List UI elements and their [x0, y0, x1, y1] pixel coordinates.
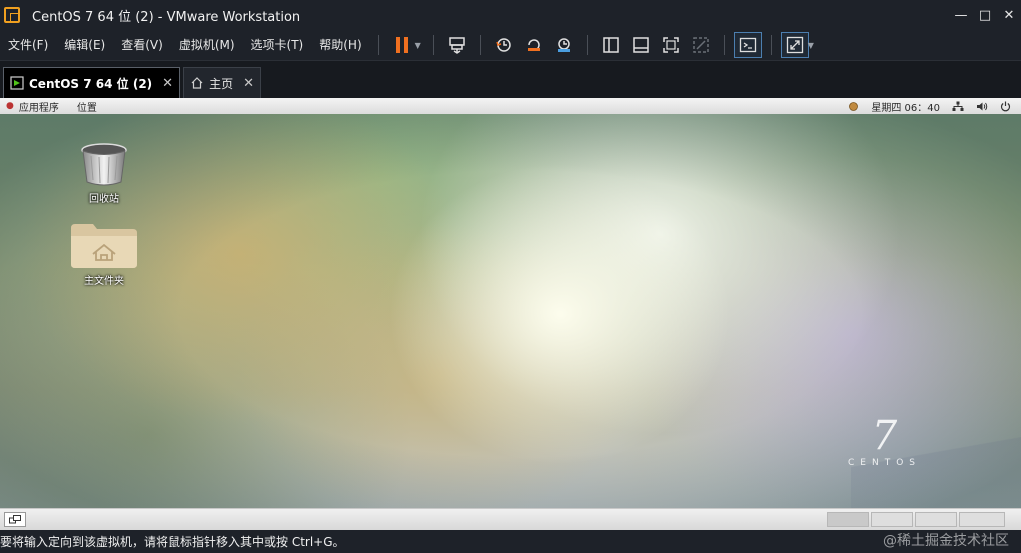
vmware-logo-icon [4, 7, 20, 23]
vm-icon [10, 76, 24, 90]
toolbar-divider [586, 35, 588, 55]
send-ctrl-alt-del-icon [449, 37, 465, 54]
window-title: CentOS 7 64 位 (2) - VMware Workstation [32, 9, 301, 25]
show-desktop-button[interactable] [4, 512, 26, 527]
centos-wallpaper-logo: 7 CENTOS [848, 416, 921, 468]
toolbar-divider [723, 35, 725, 55]
revert-snapshot-icon [527, 39, 540, 51]
unity-button[interactable] [687, 32, 715, 58]
minimize-button[interactable]: — [949, 0, 973, 30]
guest-clock[interactable]: 星期四 06：40 [871, 99, 940, 114]
workspace-switcher-item[interactable] [871, 512, 913, 527]
guest-top-panel: ● 应用程序 位置 星期四 06：40 [0, 98, 1021, 114]
maximize-button[interactable]: □ [973, 0, 997, 30]
menu-edit[interactable]: 编辑(E) [56, 30, 113, 60]
places-menu[interactable]: 位置 [77, 99, 97, 114]
applications-label: 应用程序 [18, 102, 59, 114]
centos-version-mark: 7 [871, 413, 898, 459]
guest-status-area: 星期四 06：40 [848, 98, 1011, 114]
desktop-icon-trash[interactable]: 回收站 [64, 142, 144, 205]
folder-home-icon [71, 224, 137, 268]
tab-centos-vm[interactable]: CentOS 7 64 位 (2) ✕ [3, 67, 181, 98]
console-view-icon [739, 37, 756, 53]
chevron-down-icon[interactable]: ▼ [808, 41, 814, 50]
menu-view[interactable]: 查看(V) [113, 30, 171, 60]
window-controls: — □ ✕ [949, 0, 1021, 30]
close-icon[interactable]: ✕ [243, 76, 254, 91]
pause-button[interactable] [388, 32, 416, 58]
vm-display[interactable]: ● 应用程序 位置 星期四 06：40 回收站 主文件夹 7 CENTOS [0, 98, 1021, 508]
status-message: 要将输入定向到该虚拟机，请将鼠标指针移入其中或按 Ctrl+G。 [0, 535, 345, 549]
desktop-icon-label: 主文件夹 [84, 276, 124, 287]
show-library-icon [603, 37, 619, 53]
home-icon [191, 77, 203, 89]
watermark-text: @稀土掘金技术社区 [883, 533, 1009, 549]
gnome-foot-icon: ● [6, 101, 14, 111]
tab-label: 主页 [209, 76, 234, 91]
full-screen-button[interactable] [657, 32, 685, 58]
centos-wordmark: CENTOS [848, 458, 921, 468]
snapshot-button[interactable] [490, 32, 518, 58]
guest-desktop[interactable]: 回收站 主文件夹 7 CENTOS [0, 114, 1021, 508]
volume-icon[interactable] [976, 101, 988, 112]
trash-icon [81, 143, 127, 186]
guest-bottom-panel [0, 508, 1021, 530]
manage-snapshots-icon [557, 38, 570, 52]
status-bar: 要将输入定向到该虚拟机，请将鼠标指针移入其中或按 Ctrl+G。 [0, 530, 1021, 553]
toolbar-divider [479, 35, 481, 55]
tab-bar: CentOS 7 64 位 (2) ✕ 主页 ✕ [0, 60, 1021, 98]
chevron-down-icon[interactable]: ▼ [415, 41, 421, 50]
desktop-icon-label: 回收站 [89, 194, 119, 205]
tab-label: CentOS 7 64 位 (2) [29, 76, 153, 91]
stretch-view-icon [786, 36, 803, 54]
applications-menu[interactable]: ● 应用程序 [6, 99, 59, 114]
toolbar-divider [377, 35, 379, 55]
stretch-view-button[interactable] [780, 32, 809, 58]
unity-icon [693, 37, 709, 53]
menu-toolbar: 文件(F) 编辑(E) 查看(V) 虚拟机(M) 选项卡(T) 帮助(H) ▼ … [0, 30, 1021, 60]
network-icon[interactable] [952, 101, 964, 112]
toolbar-divider [770, 35, 772, 55]
title-bar: CentOS 7 64 位 (2) - VMware Workstation —… [0, 0, 1021, 30]
weather-icon [849, 101, 859, 111]
full-screen-icon [663, 37, 679, 53]
desktop-icon-home-folder[interactable]: 主文件夹 [64, 220, 144, 287]
menu-tabs[interactable]: 选项卡(T) [243, 30, 312, 60]
toolbar-divider [432, 35, 434, 55]
close-icon[interactable]: ✕ [162, 76, 173, 91]
console-view-button[interactable] [733, 32, 762, 58]
menu-file[interactable]: 文件(F) [0, 30, 56, 60]
manage-snapshots-button[interactable] [550, 32, 578, 58]
thumbnail-bar-button[interactable] [627, 32, 655, 58]
snapshot-icon [496, 38, 511, 52]
revert-snapshot-button[interactable] [520, 32, 548, 58]
windows-icon [9, 515, 21, 524]
thumbnail-bar-icon [633, 37, 649, 53]
menu-help[interactable]: 帮助(H) [311, 30, 369, 60]
workspace-switcher-item[interactable] [827, 512, 869, 527]
workspace-switcher-item[interactable] [915, 512, 957, 527]
pause-icon [395, 37, 408, 53]
close-button[interactable]: ✕ [997, 0, 1021, 30]
power-icon[interactable] [1000, 101, 1011, 112]
tab-home[interactable]: 主页 ✕ [183, 67, 261, 98]
menu-vm[interactable]: 虚拟机(M) [171, 30, 243, 60]
show-library-button[interactable] [597, 32, 625, 58]
workspace-switcher-item[interactable] [959, 512, 1005, 527]
send-ctrl-alt-del-button[interactable] [443, 32, 471, 58]
